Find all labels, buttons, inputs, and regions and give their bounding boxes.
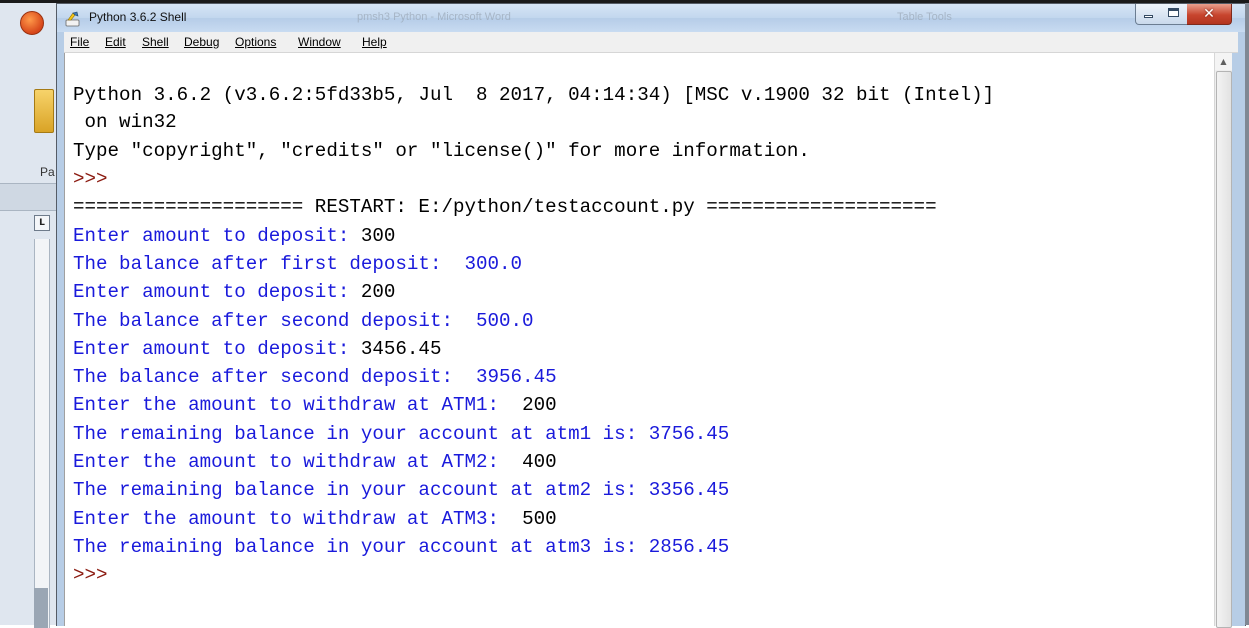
- menu-file[interactable]: File: [70, 35, 89, 49]
- menu-file-label: File: [70, 35, 90, 49]
- output-line: Enter amount to deposit: 3456.45: [73, 335, 441, 363]
- menu-bar: File Edit Shell Debug Options Window Hel…: [64, 32, 1238, 53]
- output-text: Enter amount to deposit:: [73, 225, 361, 247]
- python-idle-icon: [65, 11, 80, 27]
- window-title: Python 3.6.2 Shell: [89, 10, 187, 24]
- paste-label: Pa: [40, 165, 55, 179]
- output-line: The remaining balance in your account at…: [73, 536, 730, 558]
- output-text: Enter the amount to withdraw at ATM1:: [73, 394, 523, 416]
- input-value: 200: [522, 394, 557, 416]
- shell-prompt-current: >>>: [73, 564, 108, 586]
- vertical-ruler: [34, 239, 50, 628]
- output-text: Enter amount to deposit:: [73, 281, 361, 303]
- menu-debug-label: Debug: [184, 35, 220, 49]
- maximize-icon: [1168, 8, 1179, 17]
- menu-edit[interactable]: Edit: [105, 35, 126, 49]
- output-line: The remaining balance in your account at…: [73, 479, 730, 501]
- menu-help[interactable]: Help: [362, 35, 387, 49]
- menu-window[interactable]: Window: [298, 35, 341, 49]
- scroll-up-arrow-icon[interactable]: ▲: [1215, 53, 1232, 70]
- tab-selector-button[interactable]: L: [34, 215, 50, 231]
- menu-options-label: Options: [235, 35, 277, 49]
- output-line: Enter the amount to withdraw at ATM3: 50…: [73, 505, 557, 533]
- output-line: The remaining balance in your account at…: [73, 423, 730, 445]
- office-button-icon[interactable]: [20, 11, 44, 35]
- maximize-button[interactable]: [1161, 4, 1188, 25]
- menu-edit-label: Edit: [105, 35, 126, 49]
- right-desktop-edge: [1245, 3, 1249, 625]
- output-line: The balance after first deposit: 300.0: [73, 253, 523, 275]
- minimize-button[interactable]: [1135, 4, 1163, 25]
- banner-line-2: on win32: [73, 111, 177, 133]
- minimize-icon: [1144, 15, 1153, 18]
- banner-line-3: Type "copyright", "credits" or "license(…: [73, 140, 810, 162]
- horizontal-ruler: [0, 183, 60, 211]
- scrollbar-thumb[interactable]: [1216, 71, 1232, 628]
- output-line: Enter the amount to withdraw at ATM1: 20…: [73, 391, 557, 419]
- output-line: Enter amount to deposit: 300: [73, 222, 395, 250]
- vertical-ruler-margin: [34, 588, 48, 628]
- shell-text-area[interactable]: Python 3.6.2 (v3.6.2:5fd33b5, Jul 8 2017…: [64, 53, 1215, 626]
- banner-line-1: Python 3.6.2 (v3.6.2:5fd33b5, Jul 8 2017…: [73, 84, 995, 106]
- output-text: Enter amount to deposit:: [73, 338, 361, 360]
- background-window-title: pmsh3 Python - Microsoft Word: [357, 11, 511, 23]
- output-text: Enter the amount to withdraw at ATM3:: [73, 508, 523, 530]
- output-line: The balance after second deposit: 3956.4…: [73, 366, 557, 388]
- paste-clipboard-icon[interactable]: [34, 89, 54, 133]
- menu-options[interactable]: Options: [235, 35, 276, 49]
- input-value: 400: [522, 451, 557, 473]
- input-value: 200: [360, 281, 396, 303]
- close-button[interactable]: ✕: [1187, 4, 1232, 25]
- idle-shell-window: Python 3.6.2 Shell pmsh3 Python - Micros…: [56, 3, 1246, 628]
- input-value: 300: [360, 225, 396, 247]
- output-line: The balance after second deposit: 500.0: [73, 310, 534, 332]
- output-text: Enter the amount to withdraw at ATM2:: [73, 451, 523, 473]
- restart-line: ==================== RESTART: E:/python/…: [73, 196, 937, 218]
- menu-help-label: Help: [362, 35, 387, 49]
- shell-prompt: >>>: [73, 168, 108, 190]
- input-value: 500: [522, 508, 557, 530]
- background-contextual-tab: Table Tools: [897, 11, 952, 23]
- output-line: Enter amount to deposit: 200: [73, 278, 395, 306]
- output-line: Enter the amount to withdraw at ATM2: 40…: [73, 448, 557, 476]
- title-bar[interactable]: Python 3.6.2 Shell pmsh3 Python - Micros…: [57, 4, 1245, 32]
- menu-shell[interactable]: Shell: [142, 35, 169, 49]
- close-icon: ✕: [1203, 6, 1215, 22]
- background-word-window: Pa L: [0, 3, 61, 628]
- input-value: 3456.45: [360, 338, 442, 360]
- menu-window-label: Window: [298, 35, 341, 49]
- menu-debug[interactable]: Debug: [184, 35, 219, 49]
- vertical-scrollbar[interactable]: ▲: [1214, 53, 1232, 628]
- menu-shell-label: Shell: [142, 35, 169, 49]
